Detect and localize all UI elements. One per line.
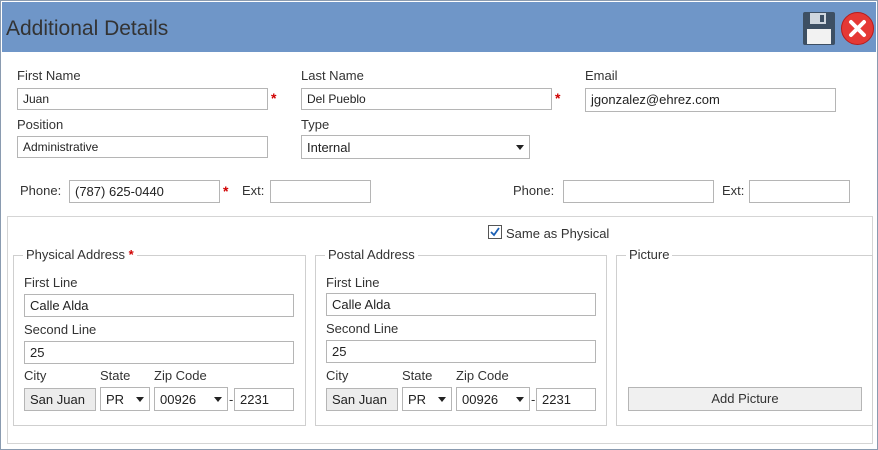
position-input[interactable]: Administrative — [17, 136, 268, 158]
type-label: Type — [301, 117, 330, 132]
chevron-down-icon — [516, 145, 524, 150]
chevron-down-icon — [214, 397, 222, 402]
position-label: Position — [17, 117, 64, 132]
postal-city-label: City — [326, 368, 349, 383]
postal-zip-select[interactable]: 00926 — [456, 387, 530, 411]
physical-second-line-input[interactable]: 25 — [24, 341, 294, 364]
type-select-value: Internal — [307, 140, 351, 155]
physical-zip-value: 00926 — [160, 392, 197, 407]
ext-2-input[interactable] — [749, 180, 850, 203]
last-name-required-mark: * — [555, 90, 561, 106]
first-name-required-mark: * — [271, 90, 277, 106]
phone-2-label: Phone: — [513, 183, 555, 198]
postal-first-line-input[interactable]: Calle Alda — [326, 293, 596, 316]
physical-first-line-label: First Line — [24, 275, 78, 290]
postal-state-value: PR — [408, 392, 427, 407]
picture-legend: Picture — [626, 247, 673, 262]
same-as-physical-checkbox[interactable] — [488, 225, 502, 239]
chevron-down-icon — [516, 397, 524, 402]
postal-zip-value: 00926 — [462, 392, 499, 407]
postal-zip-label: Zip Code — [456, 368, 509, 383]
physical-state-label: State — [100, 368, 131, 383]
phone-label: Phone: — [20, 183, 62, 198]
checkmark-icon — [490, 227, 500, 237]
physical-zip-label: Zip Code — [154, 368, 207, 383]
physical-zip-select[interactable]: 00926 — [154, 387, 228, 411]
title-bar: Additional Details — [2, 2, 876, 52]
ext-label: Ext: — [242, 183, 265, 198]
physical-second-line-label: Second Line — [24, 322, 97, 337]
physical-first-line-input[interactable]: Calle Alda — [24, 294, 294, 317]
physical-city-input[interactable]: San Juan — [24, 388, 96, 411]
postal-state-label: State — [402, 368, 433, 383]
last-name-label: Last Name — [301, 68, 364, 83]
chevron-down-icon — [438, 397, 446, 402]
phone-2-input[interactable] — [563, 180, 714, 203]
close-button[interactable] — [840, 11, 875, 46]
postal-city-input[interactable]: San Juan — [326, 388, 398, 411]
window-title: Additional Details — [6, 17, 169, 40]
physical-state-value: PR — [106, 392, 125, 407]
ext-2-label: Ext: — [722, 183, 745, 198]
same-as-physical-label: Same as Physical — [506, 226, 610, 241]
first-name-input[interactable]: Juan — [17, 88, 268, 110]
type-select[interactable]: Internal — [301, 135, 530, 159]
postal-zip-ext-input[interactable]: 2231 — [536, 388, 596, 411]
physical-address-required-mark: * — [128, 247, 134, 262]
email-input[interactable]: jgonzalez@ehrez.com — [585, 88, 836, 112]
physical-state-select[interactable]: PR — [100, 387, 150, 411]
phone-input[interactable]: (787) 625-0440 — [69, 180, 220, 203]
postal-first-line-label: First Line — [326, 275, 380, 290]
add-picture-button[interactable]: Add Picture — [628, 387, 862, 411]
phone-required-mark: * — [223, 183, 229, 199]
postal-address-legend: Postal Address — [325, 247, 418, 262]
floppy-disk-icon — [803, 12, 835, 45]
chevron-down-icon — [136, 397, 144, 402]
first-name-label: First Name — [17, 68, 81, 83]
save-button[interactable] — [802, 11, 836, 46]
ext-input[interactable] — [270, 180, 371, 203]
additional-details-window: Additional Details First Name Juan * Las… — [0, 0, 878, 450]
close-circle-icon — [841, 12, 874, 45]
last-name-input[interactable]: Del Pueblo — [301, 88, 552, 110]
physical-address-legend: Physical Address * — [23, 247, 137, 262]
physical-zip-dash: - — [229, 392, 234, 407]
physical-address-legend-text: Physical Address — [26, 247, 125, 262]
email-label: Email — [585, 68, 618, 83]
postal-second-line-input[interactable]: 25 — [326, 340, 596, 363]
postal-zip-dash: - — [531, 392, 536, 407]
postal-second-line-label: Second Line — [326, 321, 399, 336]
postal-state-select[interactable]: PR — [402, 387, 452, 411]
physical-zip-ext-input[interactable]: 2231 — [234, 388, 294, 411]
physical-city-label: City — [24, 368, 47, 383]
